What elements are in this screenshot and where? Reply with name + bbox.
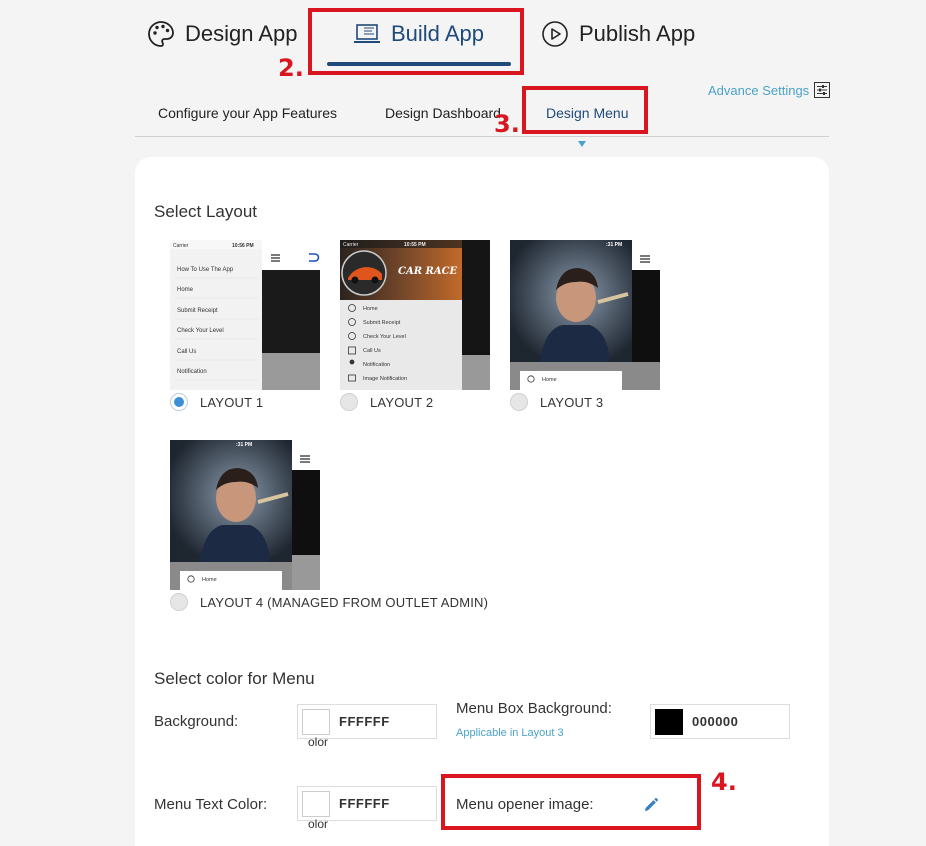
menu-box-hint: Applicable in Layout 3 [456,727,564,739]
layout-1-item: Home [177,287,194,293]
layout-3-item: Home [542,377,557,383]
layout-2-item: Notification [363,362,390,368]
tab-configure-features[interactable]: Configure your App Features [158,105,337,121]
menu-text-swatch-text: olor [308,817,329,831]
menu-box-swatch[interactable] [655,709,683,735]
annotation-label-4: 4. [711,768,737,796]
layout-2-item: Image Notification [363,376,407,382]
layout-4-radio[interactable] [170,593,188,611]
layout-1-time: 10:56 PM [232,243,254,249]
select-layout-title: Select Layout [154,202,258,221]
annotation-box-menu-opener [441,774,701,830]
annotation-label-3: 3. [494,110,520,138]
menu-box-hex: 000000 [692,714,739,729]
menu-text-hex: FFFFFF [339,796,390,811]
layout-3-preview[interactable]: :31 PM Home [510,240,660,390]
layout-2-radio[interactable] [340,393,358,411]
layout-2-carrier: Carrier [343,242,359,248]
select-color-title: Select color for Menu [154,669,315,688]
annotation-label-2: 2. [278,54,304,82]
layout-2-banner: CAR RACE [398,266,458,277]
menu-box-color-input[interactable]: 000000 [650,704,790,739]
menu-text-color-label: Menu Text Color: [154,796,268,813]
layout-1-item: Notification [177,369,207,375]
layout-2-image: Carrier 10:55 PM CAR RACE Home Submit Re… [340,240,490,390]
layout-2-time: 10:55 PM [404,242,426,248]
layout-3-time: :31 PM [606,242,622,248]
tab-publish-label: Publish App [579,21,696,46]
layout-1-item: Check Your Level [177,328,224,334]
layout-3-radio[interactable] [510,393,528,411]
layout-2-preview[interactable]: Carrier 10:55 PM CAR RACE Home Submit Re… [340,240,490,390]
annotation-box-build [308,8,524,75]
layout-1-item: Submit Receipt [177,308,218,314]
tab-publish-app[interactable]: Publish App [540,14,695,54]
tab-design-dashboard[interactable]: Design Dashboard [385,105,501,121]
layout-1-label: LAYOUT 1 [200,395,264,410]
layout-4-time: :31 PM [236,442,252,448]
layout-2-item: Check Your Level [363,334,406,340]
layout-4-preview[interactable]: :31 PM Home [170,440,320,590]
layout-3-image: :31 PM Home [510,240,660,390]
layout-1-carrier: Carrier [173,243,189,249]
background-label: Background: [154,713,239,730]
layout-4-image: :31 PM Home [170,440,320,590]
active-subtab-caret [578,141,586,147]
background-hex: FFFFFF [339,714,390,729]
layout-1-preview[interactable]: Carrier 10:56 PM How To Use The App Home… [170,240,320,390]
palette-icon [148,21,174,47]
play-circle-icon [542,21,568,47]
layout-4-item: Home [202,577,217,583]
background-swatch-text: olor [308,735,329,749]
layout-2-item: Home [363,306,378,312]
background-color-input[interactable]: olor FFFFFF [297,704,437,749]
layout-1-item: How To Use The App [177,267,234,273]
sub-tabs: Configure your App Features Design Dashb… [135,96,829,137]
layout-2-item: Call Us [363,348,381,354]
layout-1-image: Carrier 10:56 PM How To Use The App Home… [170,240,320,390]
menu-text-swatch[interactable] [302,791,330,817]
tab-design-app[interactable]: Design App [146,14,298,54]
layout-4-label: LAYOUT 4 (MANAGED FROM OUTLET ADMIN) [200,595,489,610]
design-menu-card: Select Layout Carrier 10:56 PM How To Us… [135,157,829,846]
layout-1-radio[interactable] [170,393,188,411]
layout-2-label: LAYOUT 2 [370,395,434,410]
layout-3-label: LAYOUT 3 [540,395,604,410]
layout-1-item: Call Us [177,349,196,355]
menu-text-color-input[interactable]: olor FFFFFF [297,786,437,831]
menu-box-background-label: Menu Box Background: [456,700,612,717]
annotation-box-design-menu [522,86,648,134]
tab-design-label: Design App [185,21,298,46]
background-swatch[interactable] [302,709,330,735]
layout-2-item: Submit Receipt [363,320,401,326]
